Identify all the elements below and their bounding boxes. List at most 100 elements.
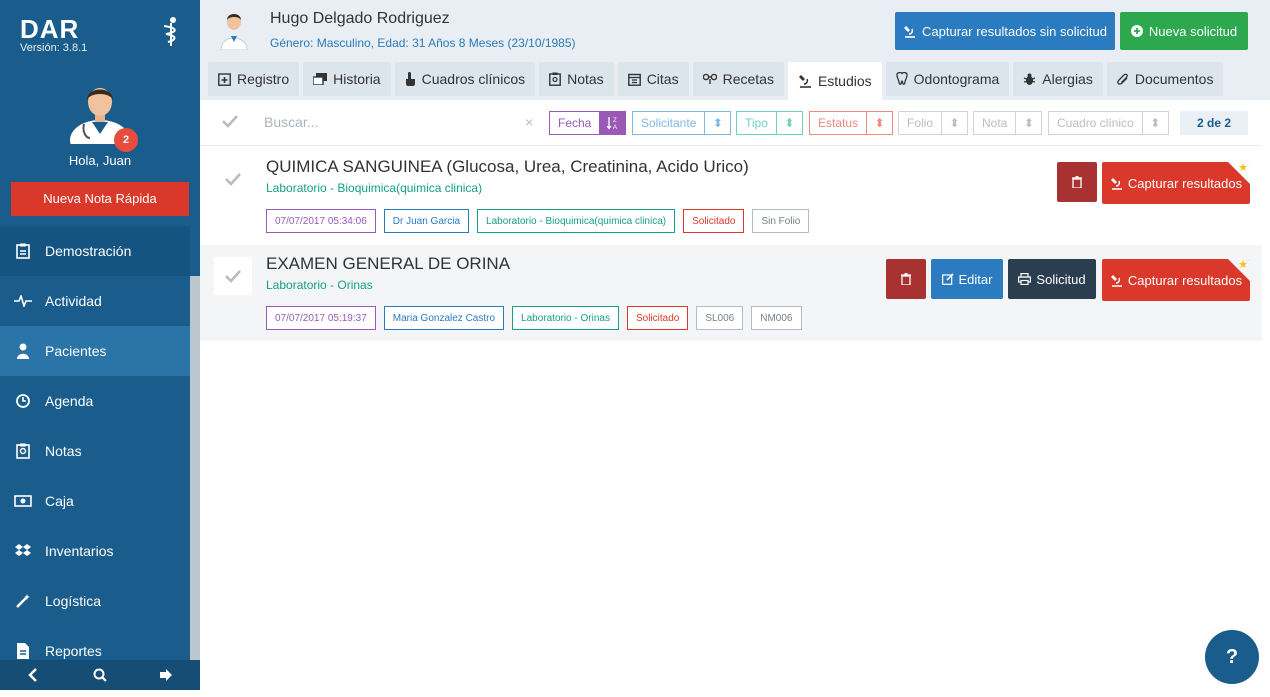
microscope-icon xyxy=(904,25,915,38)
magic-wand-icon xyxy=(14,592,32,610)
date-tag: 07/07/2017 05:19:37 xyxy=(266,306,376,330)
status-tag: Solicitado xyxy=(683,209,745,233)
sort-desc-icon[interactable]: ZA xyxy=(599,112,626,134)
sidebar-item-caja[interactable]: Caja xyxy=(0,476,190,526)
select-all-check-icon[interactable] xyxy=(222,114,238,128)
sidebar-item-agenda[interactable]: Agenda xyxy=(0,376,190,426)
sidebar-item-label: Inventarios xyxy=(45,543,114,559)
tab-recetas[interactable]: Recetas xyxy=(692,62,784,96)
cash-icon xyxy=(14,492,32,510)
clear-search-button[interactable]: × xyxy=(525,114,533,130)
sort-icon: ⬍ xyxy=(1141,112,1168,134)
filter-folio-label: Folio xyxy=(907,116,934,130)
search-icon xyxy=(93,668,107,682)
collapse-button[interactable] xyxy=(18,660,48,690)
sidebar-item-pacientes[interactable]: Pacientes xyxy=(0,326,190,376)
tab-historia[interactable]: Historia xyxy=(303,62,391,96)
sidebar-item-demostracion[interactable]: Demostración xyxy=(0,226,190,276)
tab-label: Estudios xyxy=(817,73,872,89)
stethoscope-icon xyxy=(702,73,717,85)
tab-alergias[interactable]: Alergias xyxy=(1013,62,1103,96)
sidebar-item-label: Actividad xyxy=(45,293,102,309)
bug-icon xyxy=(1023,73,1036,86)
lab-tag: Laboratorio - Bioquimica(quimica clinica… xyxy=(477,209,676,233)
tab-label: Historia xyxy=(333,71,381,87)
file-icon xyxy=(14,642,32,660)
trash-icon xyxy=(1072,176,1082,188)
filter-estatus[interactable]: Estatus ⬍ xyxy=(809,111,894,135)
results-count: 2 de 2 xyxy=(1180,111,1248,135)
tab-label: Odontograma xyxy=(913,71,1000,87)
check-icon xyxy=(225,270,241,283)
notes-icon xyxy=(549,72,562,86)
caduceus-logo-icon xyxy=(163,17,176,46)
patient-header: Hugo Delgado Rodriguez Género: Masculino… xyxy=(200,0,1270,100)
filter-tipo[interactable]: Tipo ⬍ xyxy=(736,111,803,135)
sidebar-scrollbar[interactable] xyxy=(190,276,200,660)
tab-registro[interactable]: Registro xyxy=(208,62,300,96)
new-request-label: Nueva solicitud xyxy=(1148,23,1238,39)
delete-button[interactable] xyxy=(886,259,926,299)
tab-notas[interactable]: Notas xyxy=(539,62,614,96)
sort-icon: ⬍ xyxy=(866,112,892,134)
microscope-icon xyxy=(1110,274,1122,287)
sidebar-item-notas[interactable]: Notas xyxy=(0,426,190,476)
patient-avatar xyxy=(220,14,248,50)
study-row: EXAMEN GENERAL DE ORINA Laboratorio - Or… xyxy=(200,245,1262,341)
print-request-button[interactable]: Solicitud xyxy=(1008,259,1096,299)
study-select-checkbox[interactable] xyxy=(214,160,252,198)
sort-icon: ⬍ xyxy=(775,112,802,134)
new-request-button[interactable]: Nueva solicitud xyxy=(1120,12,1248,50)
search-input[interactable]: Buscar... xyxy=(264,114,318,130)
sidebar-item-inventarios[interactable]: Inventarios xyxy=(0,526,190,576)
tab-cuadros-clinicos[interactable]: Cuadros clínicos xyxy=(394,62,536,96)
sidebar-item-logistica[interactable]: Logística xyxy=(0,576,190,626)
help-button[interactable]: ? xyxy=(1205,630,1259,684)
edit-label: Editar xyxy=(958,271,993,287)
delete-button[interactable] xyxy=(1057,162,1097,202)
filter-fecha-label: Fecha xyxy=(558,116,592,130)
filter-folio[interactable]: Folio ⬍ xyxy=(898,111,969,135)
search-button[interactable] xyxy=(85,660,115,690)
sidebar-item-label: Demostración xyxy=(45,243,132,259)
clipboard-icon xyxy=(14,242,32,260)
capture-results-button[interactable]: Capturar resultados ★ xyxy=(1102,162,1250,204)
doctor-tag: Dr Juan Garcia xyxy=(383,209,470,233)
sidebar-footer xyxy=(0,660,200,690)
sidebar-item-label: Logística xyxy=(45,593,102,609)
edit-button[interactable]: Editar xyxy=(931,259,1003,299)
tab-estudios[interactable]: Estudios xyxy=(787,62,882,100)
sidebar: DAR Versión: 3.8.1 2 Hola, Juan Nueva No… xyxy=(0,0,200,690)
notification-badge[interactable]: 2 xyxy=(114,128,138,152)
quick-note-button[interactable]: Nueva Nota Rápida xyxy=(11,182,189,216)
sidebar-item-actividad[interactable]: Actividad xyxy=(0,276,190,326)
logout-button[interactable] xyxy=(152,660,182,690)
check-icon xyxy=(225,173,241,186)
lab-tag: Laboratorio - Orinas xyxy=(512,306,619,330)
tab-documentos[interactable]: Documentos xyxy=(1106,62,1224,96)
capture-results-button[interactable]: Capturar resultados ★ xyxy=(1102,259,1250,301)
trash-icon xyxy=(901,273,911,285)
nota-tag: NM006 xyxy=(751,306,802,330)
star-icon: ★ xyxy=(1238,259,1248,271)
tab-citas[interactable]: Citas xyxy=(617,62,689,96)
filter-cuadro-clinico[interactable]: Cuadro clínico ⬍ xyxy=(1048,111,1169,135)
app-title: DAR xyxy=(20,14,80,44)
study-select-checkbox[interactable] xyxy=(214,257,252,295)
capture-without-request-button[interactable]: Capturar resultados sin solicitud xyxy=(895,12,1115,50)
svg-text:A: A xyxy=(613,125,617,130)
print-icon xyxy=(1018,273,1032,285)
tab-label: Notas xyxy=(567,71,604,87)
filter-solicitante[interactable]: Solicitante ⬍ xyxy=(632,111,732,135)
sidebar-item-label: Notas xyxy=(45,443,82,459)
print-request-label: Solicitud xyxy=(1036,271,1086,287)
chevron-left-icon xyxy=(28,668,38,682)
filter-fecha[interactable]: Fecha ZA xyxy=(549,111,627,135)
sidebar-item-label: Agenda xyxy=(45,393,94,409)
tab-odontograma[interactable]: Odontograma xyxy=(885,62,1010,96)
tab-label: Recetas xyxy=(722,71,774,87)
study-tags: 07/07/2017 05:19:37 Maria Gonzalez Castr… xyxy=(266,306,810,330)
tooth-icon xyxy=(896,72,908,86)
filter-nota[interactable]: Nota ⬍ xyxy=(973,111,1043,135)
tab-label: Registro xyxy=(237,71,290,87)
